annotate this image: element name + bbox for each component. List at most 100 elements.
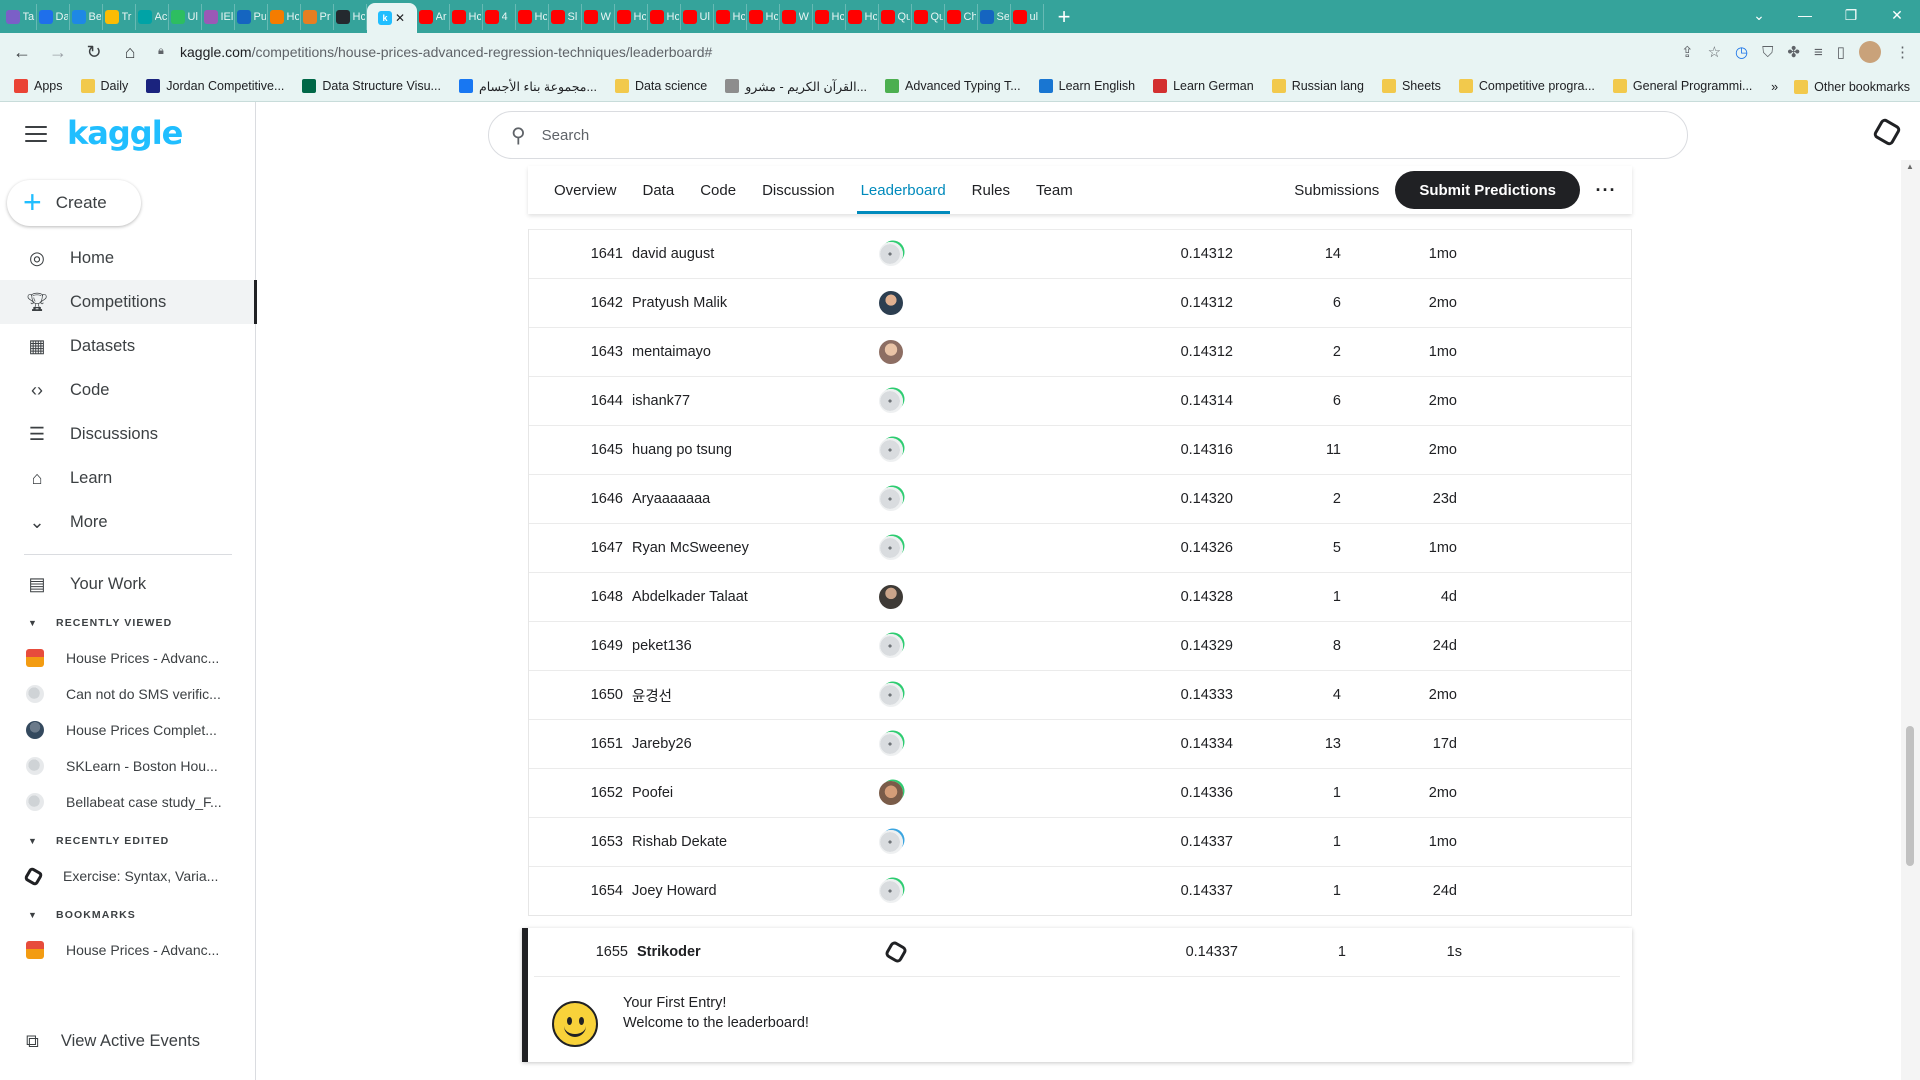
team-avatar[interactable] — [879, 732, 903, 756]
team-name-cell[interactable]: david august — [632, 246, 714, 262]
team-name-cell[interactable]: Pratyush Malik — [632, 295, 727, 311]
browser-tab[interactable]: Hc — [846, 3, 879, 30]
search-bar[interactable]: ⚲ Search — [488, 111, 1688, 159]
browser-tab[interactable]: Da — [37, 3, 70, 30]
browser-tab[interactable]: Ch — [945, 3, 978, 30]
team-name-cell[interactable]: Aryaaaaaaa — [632, 491, 710, 507]
extension-shield-icon[interactable]: ⛉ — [1762, 44, 1773, 61]
team-avatar[interactable] — [879, 291, 903, 315]
tab-team[interactable]: Team — [1036, 166, 1073, 214]
sidebar-item-datasets[interactable]: ▦ Datasets — [0, 324, 256, 368]
tab-code[interactable]: Code — [700, 166, 736, 214]
sidebar-item-learn[interactable]: ⌂ Learn — [0, 456, 256, 500]
bookmark-item[interactable]: مجموعة بناء الأجسام... — [458, 79, 597, 94]
sidebar-list-item[interactable]: Exercise: Syntax, Varia... — [0, 858, 256, 894]
sidebar-item-more[interactable]: ⌄ More — [0, 500, 256, 544]
submit-predictions-button[interactable]: Submit Predictions — [1395, 171, 1580, 209]
browser-tab[interactable]: Hc — [813, 3, 846, 30]
bookmark-item[interactable]: Data science — [614, 79, 707, 93]
browser-tab[interactable]: Hc — [334, 3, 367, 30]
sidebar-item-discussions[interactable]: ☰ Discussions — [0, 412, 256, 456]
other-bookmarks[interactable]: Other bookmarks — [1794, 79, 1910, 94]
sidebar-list-item[interactable]: House Prices - Advanc... — [0, 932, 256, 968]
user-avatar-icon[interactable] — [1871, 116, 1903, 148]
view-active-events[interactable]: ⧉ View Active Events — [0, 1031, 200, 1052]
bookmark-item[interactable]: Learn German — [1153, 79, 1254, 93]
browser-tab[interactable]: k ✕ — [367, 3, 417, 33]
team-name-cell[interactable]: Joey Howard — [632, 883, 717, 899]
kaggle-logo[interactable]: kaggle — [67, 114, 183, 152]
sidebar-list-item[interactable]: House Prices - Advanc... — [0, 640, 256, 676]
tab-overview[interactable]: Overview — [554, 166, 617, 214]
browser-tab[interactable]: Hc — [450, 3, 483, 30]
team-name-cell[interactable]: Abdelkader Talaat — [632, 589, 748, 605]
browser-tab[interactable]: Ar — [417, 3, 450, 30]
sidebar-item-your-work[interactable]: ▤ Your Work — [0, 562, 256, 606]
bookmark-item[interactable]: Russian lang — [1271, 79, 1364, 93]
hamburger-menu-icon[interactable] — [25, 126, 47, 142]
team-avatar[interactable] — [879, 634, 903, 658]
browser-tab[interactable]: Hc — [648, 3, 681, 30]
star-icon[interactable]: ☆ — [1708, 43, 1721, 61]
create-button[interactable]: + Create — [7, 180, 141, 226]
side-panel-icon[interactable]: ▯ — [1837, 43, 1845, 61]
tab-search-icon[interactable]: ⌄ — [1736, 0, 1782, 30]
bookmark-item[interactable]: Competitive progra... — [1458, 79, 1595, 93]
team-name-cell[interactable]: Ryan McSweeney — [632, 540, 749, 556]
team-avatar[interactable] — [879, 879, 903, 903]
media-icon[interactable]: ≡ — [1814, 44, 1823, 61]
browser-tab[interactable]: Ac — [136, 3, 169, 30]
team-avatar[interactable] — [879, 536, 903, 560]
extension-clock-icon[interactable]: ◷ — [1735, 43, 1748, 61]
team-avatar[interactable] — [879, 389, 903, 413]
close-window-icon[interactable]: ✕ — [1874, 0, 1920, 30]
team-name-cell[interactable]: peket136 — [632, 638, 692, 654]
reload-icon[interactable]: ↻ — [80, 38, 108, 66]
browser-tab[interactable]: W — [582, 3, 615, 30]
scrollbar-thumb[interactable] — [1906, 726, 1914, 866]
recently-viewed-header[interactable]: ▼ RECENTLY VIEWED — [0, 606, 256, 640]
bookmark-item[interactable]: Jordan Competitive... — [146, 79, 284, 93]
browser-tab[interactable]: Qu — [879, 3, 912, 30]
browser-tab[interactable]: Hc — [615, 3, 648, 30]
browser-tab[interactable]: ul — [1011, 3, 1044, 30]
team-name-cell[interactable]: 윤경선 — [632, 685, 672, 706]
browser-tab[interactable]: Hc — [714, 3, 747, 30]
browser-tab[interactable]: Se — [978, 3, 1011, 30]
minimize-icon[interactable]: — — [1782, 0, 1828, 30]
team-name-cell[interactable]: Poofei — [632, 785, 673, 801]
browser-tab[interactable]: Pr — [301, 3, 334, 30]
team-avatar[interactable] — [879, 585, 903, 609]
browser-tab[interactable]: 4 — [483, 3, 516, 30]
menu-kebab-icon[interactable]: ⋮ — [1895, 43, 1910, 61]
bookmark-item[interactable]: Apps — [14, 79, 63, 93]
browser-tab[interactable]: Hc — [268, 3, 301, 30]
bookmark-item[interactable]: General Programmi... — [1612, 79, 1752, 93]
sidebar-item-competitions[interactable]: 🏆︎ Competitions — [0, 280, 257, 324]
forward-icon[interactable]: → — [44, 38, 72, 66]
team-name-cell[interactable]: Strikoder — [637, 944, 701, 960]
bookmark-item[interactable]: Sheets — [1381, 79, 1441, 93]
browser-tab[interactable]: Be — [70, 3, 103, 30]
bookmark-item[interactable]: Daily — [80, 79, 128, 93]
team-name-cell[interactable]: Rishab Dekate — [632, 834, 727, 850]
bookmark-item[interactable]: Learn English — [1038, 79, 1135, 93]
team-name-cell[interactable]: huang po tsung — [632, 442, 732, 458]
sidebar-list-item[interactable]: SKLearn - Boston Hou... — [0, 748, 256, 784]
team-avatar[interactable] — [879, 683, 903, 707]
browser-tab[interactable]: Sl — [549, 3, 582, 30]
browser-tab[interactable]: Hc — [747, 3, 780, 30]
bookmarks-header[interactable]: ▼ BOOKMARKS — [0, 898, 256, 932]
team-avatar[interactable] — [879, 830, 903, 854]
browser-tab[interactable]: Ul — [681, 3, 714, 30]
address-bar[interactable]: 🔒︎ kaggle.com/competitions/house-prices-… — [158, 37, 1608, 67]
browser-tab[interactable]: W — [780, 3, 813, 30]
restore-icon[interactable]: ❐ — [1828, 0, 1874, 30]
bookmarks-overflow-icon[interactable]: » — [1771, 80, 1778, 94]
home-icon[interactable]: ⌂ — [116, 38, 144, 66]
new-tab-icon[interactable]: + — [1050, 3, 1078, 31]
more-options-icon[interactable]: ··· — [1580, 180, 1632, 201]
browser-tab[interactable]: Pu — [235, 3, 268, 30]
sidebar-item-code[interactable]: ‹› Code — [0, 368, 256, 412]
search-input[interactable]: Search — [542, 127, 590, 144]
